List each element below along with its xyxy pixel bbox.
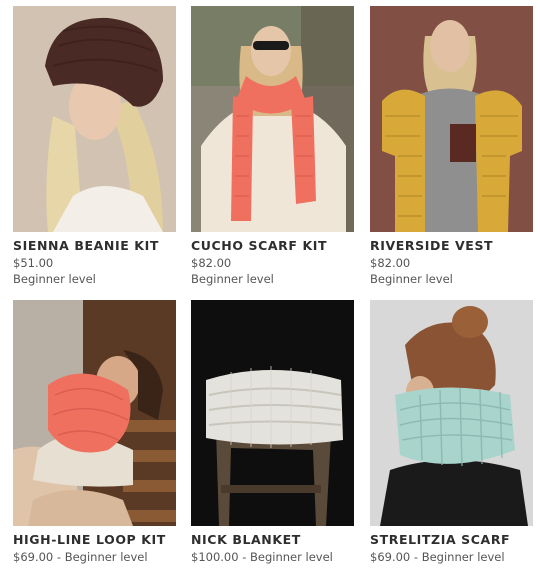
product-level: Beginner level — [370, 272, 453, 286]
product-image-nick-blanket[interactable] — [191, 300, 354, 526]
product-name[interactable]: STRELITZIA SCARF — [370, 532, 533, 547]
product-photo — [191, 300, 354, 526]
product-card-high-line-loop-kit[interactable]: HIGH-LINE LOOP KIT $69.00 - Beginner lev… — [13, 300, 176, 564]
product-image-strelitzia-scarf[interactable] — [370, 300, 533, 526]
product-image-riverside-vest[interactable] — [370, 6, 533, 232]
product-image-cucho-scarf-kit[interactable] — [191, 6, 354, 232]
product-name[interactable]: SIENNA BEANIE KIT — [13, 238, 176, 253]
product-card-riverside-vest[interactable]: RIVERSIDE VEST $82.00 Beginner level — [370, 6, 533, 286]
product-price-level: $69.00 - Beginner level — [370, 550, 505, 564]
product-photo — [191, 6, 354, 232]
product-level: Beginner level — [13, 272, 96, 286]
product-photo — [13, 300, 176, 526]
product-card-cucho-scarf-kit[interactable]: CUCHO SCARF KIT $82.00 Beginner level — [191, 6, 354, 286]
product-level: Beginner level — [191, 272, 274, 286]
product-photo — [370, 6, 533, 232]
product-price-level: $69.00 - Beginner level — [13, 550, 148, 564]
product-price: $51.00 — [13, 256, 54, 270]
product-card-strelitzia-scarf[interactable]: STRELITZIA SCARF $69.00 - Beginner level — [370, 300, 533, 564]
product-price: $82.00 — [191, 256, 232, 270]
product-image-sienna-beanie-kit[interactable] — [13, 6, 176, 232]
product-photo — [370, 300, 533, 526]
product-name[interactable]: CUCHO SCARF KIT — [191, 238, 354, 253]
product-price-level: $100.00 - Beginner level — [191, 550, 333, 564]
product-name[interactable]: NICK BLANKET — [191, 532, 354, 547]
product-photo — [13, 6, 176, 232]
product-name[interactable]: RIVERSIDE VEST — [370, 238, 533, 253]
product-card-sienna-beanie-kit[interactable]: SIENNA BEANIE KIT $51.00 Beginner level — [13, 6, 176, 286]
product-image-high-line-loop-kit[interactable] — [13, 300, 176, 526]
product-price: $82.00 — [370, 256, 411, 270]
product-name[interactable]: HIGH-LINE LOOP KIT — [13, 532, 176, 547]
product-card-nick-blanket[interactable]: NICK BLANKET $100.00 - Beginner level — [191, 300, 354, 564]
